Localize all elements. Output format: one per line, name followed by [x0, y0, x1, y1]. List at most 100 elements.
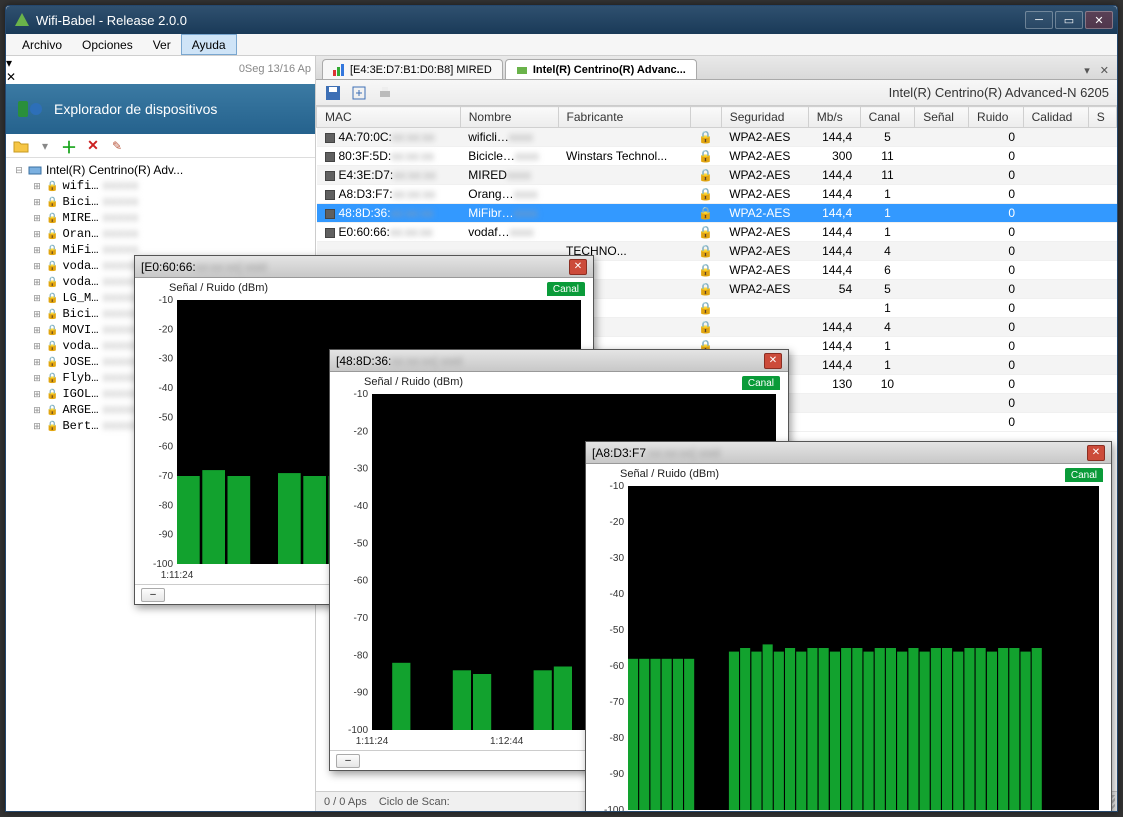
tree-adapter[interactable]: ⊟ Intel(R) Centrino(R) Adv... 0Seg 13/16… [12, 162, 315, 178]
menu-ver[interactable]: Ver [143, 34, 181, 55]
popup-subtitle: Señal / Ruido (dBm) Canal1 [135, 278, 593, 294]
svg-text:-10: -10 [354, 390, 369, 400]
menu-archivo[interactable]: Archivo [12, 34, 72, 55]
svg-text:-60: -60 [354, 576, 369, 587]
svg-text:-20: -20 [610, 517, 625, 528]
close-button[interactable]: ✕ [1085, 11, 1113, 29]
svg-text:-30: -30 [354, 464, 369, 475]
devices-icon [16, 95, 44, 123]
tree-item[interactable]: ⊞🔒Bici…xxxxx [12, 194, 315, 210]
col-mbs[interactable]: Mb/s [808, 107, 860, 128]
svg-text:-80: -80 [354, 650, 369, 661]
svg-text:1:12:44: 1:12:44 [490, 736, 524, 747]
menubar: Archivo Opciones Ver Ayuda [6, 34, 1117, 56]
svg-text:1:11:24: 1:11:24 [356, 736, 389, 747]
signal-popup-3[interactable]: [A8:D3:F7:xx:xx:xx] ssid ✕ Señal / Ruido… [585, 441, 1112, 811]
signal-chart: -10-20-30-40-50-60-70-80-90-100 1:11:241… [594, 482, 1103, 811]
popup-subtitle: Señal / Ruido (dBm) Canal1 [586, 464, 1111, 480]
zoom-out-button[interactable]: – [141, 588, 165, 602]
explorer-toolbar: ▾ ＋ ✕ ✎ [6, 134, 315, 158]
col-senal[interactable]: Señal [915, 107, 969, 128]
svg-text:-70: -70 [159, 471, 174, 482]
col-canal[interactable]: Canal [860, 107, 915, 128]
menu-ayuda[interactable]: Ayuda [181, 34, 237, 55]
minimize-button[interactable]: ─ [1025, 11, 1053, 29]
table-row[interactable]: E0:60:66:xx:xx:xxvodaf…xxxx🔒WPA2-AES144,… [317, 223, 1117, 242]
tool-icon[interactable]: ✎ [108, 137, 126, 155]
zoom-out-button[interactable]: – [336, 754, 360, 768]
svg-text:-20: -20 [354, 426, 369, 437]
popup-subtitle: Señal / Ruido (dBm) Canal1 [330, 372, 788, 388]
export-icon[interactable] [350, 84, 368, 102]
svg-text:-50: -50 [159, 412, 174, 423]
tab-strip: [E4:3E:D7:B1:D0:B8] MIRED Intel(R) Centr… [316, 56, 1117, 80]
popup-close-icon[interactable]: ✕ [569, 259, 587, 275]
svg-text:-10: -10 [159, 296, 174, 306]
explorer-header: Explorador de dispositivos [6, 84, 315, 134]
table-row[interactable]: A8:D3:F7:xx:xx:xxOrang…xxxx🔒WPA2-AES144,… [317, 185, 1117, 204]
col-seguridad[interactable]: Seguridad [721, 107, 808, 128]
popup-titlebar[interactable]: [A8:D3:F7:xx:xx:xx] ssid ✕ [586, 442, 1111, 464]
tab-dropdown-icon[interactable]: ▾ [1080, 62, 1094, 79]
table-row[interactable]: E4:3E:D7:xx:xx:xxMIREDxxxx🔒WPA2-AES144,4… [317, 166, 1117, 185]
popup-close-icon[interactable]: ✕ [764, 353, 782, 369]
svg-text:-100: -100 [153, 559, 173, 570]
delete-icon[interactable]: ✕ [84, 137, 102, 155]
adapter-title: Intel(R) Centrino(R) Advanced-N 6205 [889, 85, 1109, 100]
svg-text:-80: -80 [610, 733, 625, 744]
table-row[interactable]: 48:8D:36:xx:xx:xxMiFibr…xxxx🔒WPA2-AES144… [317, 204, 1117, 223]
popup-close-icon[interactable]: ✕ [1087, 445, 1105, 461]
svg-text:-100: -100 [348, 725, 368, 736]
menu-opciones[interactable]: Opciones [72, 34, 143, 55]
save-icon[interactable] [324, 84, 342, 102]
tree-item[interactable]: ⊞🔒wifi…xxxxx [12, 178, 315, 194]
content-area: ▾ ✕ Explorador de dispositivos ▾ ＋ ✕ ✎ ⊟ [6, 56, 1117, 811]
table-row[interactable]: 4A:70:0C:xx:xx:xxwificli…xxxx🔒WPA2-AES14… [317, 128, 1117, 147]
status-aps: 0 / 0 Aps [324, 796, 367, 808]
bars-icon [333, 64, 345, 76]
col-calidad[interactable]: Calidad [1023, 107, 1088, 128]
svg-text:-90: -90 [610, 769, 625, 780]
svg-text:-90: -90 [159, 530, 174, 541]
svg-text:1:11:24: 1:11:24 [161, 570, 194, 581]
table-row[interactable]: 80:3F:5D:xx:xx:xxBicicle…xxxxWinstars Te… [317, 147, 1117, 166]
tree-item[interactable]: ⊞🔒Oran…xxxxx [12, 226, 315, 242]
tab-mired[interactable]: [E4:3E:D7:B1:D0:B8] MIRED [322, 59, 503, 79]
tab-close-icon[interactable]: ✕ [1096, 62, 1113, 79]
svg-text:-50: -50 [354, 538, 369, 549]
folder-icon[interactable] [12, 137, 30, 155]
svg-text:-10: -10 [610, 482, 625, 492]
svg-text:-30: -30 [610, 553, 625, 564]
print-icon[interactable] [376, 84, 394, 102]
adapter-label: Intel(R) Centrino(R) Adv... [46, 163, 183, 177]
svg-text:-40: -40 [159, 383, 174, 394]
app-window: Wifi-Babel - Release 2.0.0 ─ ▭ ✕ Archivo… [5, 5, 1118, 812]
svg-text:-20: -20 [159, 324, 174, 335]
svg-text:-50: -50 [610, 625, 625, 636]
svg-text:-40: -40 [354, 501, 369, 512]
col-mac[interactable]: MAC [317, 107, 461, 128]
dropdown-icon[interactable]: ▾ [36, 137, 54, 155]
add-icon[interactable]: ＋ [60, 137, 78, 155]
popup-titlebar[interactable]: [48:8D:36:xx:xx:xx] ssid ✕ [330, 350, 788, 372]
svg-text:-100: -100 [604, 805, 624, 811]
adapter-icon [28, 163, 42, 177]
svg-text:-70: -70 [610, 697, 625, 708]
titlebar[interactable]: Wifi-Babel - Release 2.0.0 ─ ▭ ✕ [6, 6, 1117, 34]
tab-adapter[interactable]: Intel(R) Centrino(R) Advanc... [505, 59, 697, 79]
col-lock[interactable] [690, 107, 721, 128]
svg-text:-80: -80 [159, 500, 174, 511]
svg-text:-60: -60 [610, 661, 625, 672]
svg-text:-90: -90 [354, 688, 369, 699]
popup-titlebar[interactable]: [E0:60:66:xx:xx:xx] ssid ✕ [135, 256, 593, 278]
svg-text:-40: -40 [610, 589, 625, 600]
col-ruido[interactable]: Ruido [969, 107, 1024, 128]
maximize-button[interactable]: ▭ [1055, 11, 1083, 29]
col-s[interactable]: S [1088, 107, 1116, 128]
col-fabricante[interactable]: Fabricante [558, 107, 690, 128]
tree-item[interactable]: ⊞🔒MIRE…xxxxx [12, 210, 315, 226]
explorer-title: Explorador de dispositivos [54, 101, 217, 117]
svg-text:-30: -30 [159, 354, 174, 365]
status-ciclo: Ciclo de Scan: [379, 796, 450, 808]
col-nombre[interactable]: Nombre [460, 107, 558, 128]
